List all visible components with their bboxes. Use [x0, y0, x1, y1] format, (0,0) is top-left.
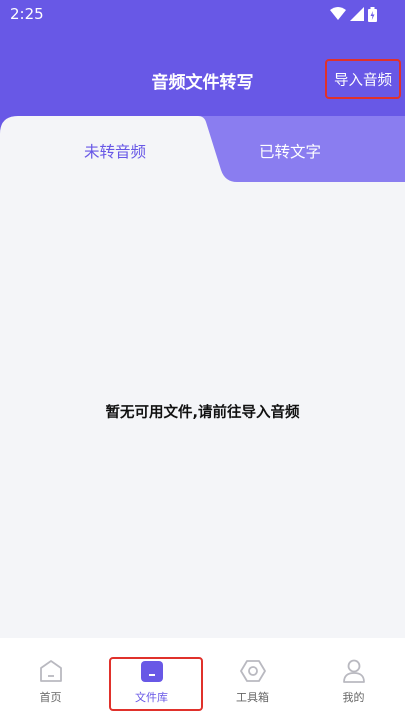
- nav-item-home[interactable]: 首页: [0, 638, 101, 720]
- status-time: 2:25: [10, 5, 44, 23]
- nav-item-mine[interactable]: 我的: [303, 638, 404, 720]
- nav-item-toolbox[interactable]: 工具箱: [202, 638, 303, 720]
- tab-shape: [0, 116, 405, 182]
- folder-icon: [141, 661, 163, 682]
- status-icons: [330, 6, 377, 22]
- battery-icon: [368, 6, 377, 22]
- tab-unconverted-audio[interactable]: 未转音频: [84, 140, 146, 162]
- bottom-nav: 首页 文件库 工具箱 我的: [0, 638, 405, 720]
- nav-label-home: 首页: [39, 691, 62, 704]
- home-icon: [40, 660, 62, 682]
- header-banner: 2:25 音频文件转写 导入音频 未转音频 已转文字: [0, 0, 405, 182]
- wifi-icon: [330, 7, 346, 20]
- file-list-area: 暂无可用文件,请前往导入音频: [0, 182, 405, 638]
- tab-bar: 未转音频 已转文字: [0, 116, 405, 182]
- status-bar: 2:25: [0, 0, 405, 28]
- tab-converted-text[interactable]: 已转文字: [259, 140, 321, 162]
- nav-label-mine: 我的: [342, 691, 365, 704]
- nav-label-file-library: 文件库: [135, 691, 168, 704]
- import-audio-button[interactable]: 导入音频: [325, 59, 401, 99]
- empty-state-message: 暂无可用文件,请前往导入音频: [105, 405, 300, 421]
- signal-icon: [350, 7, 364, 21]
- person-icon: [343, 659, 365, 683]
- nav-label-toolbox: 工具箱: [236, 691, 269, 704]
- hexagon-tools-icon: [240, 660, 266, 682]
- nav-item-file-library[interactable]: 文件库: [101, 638, 202, 720]
